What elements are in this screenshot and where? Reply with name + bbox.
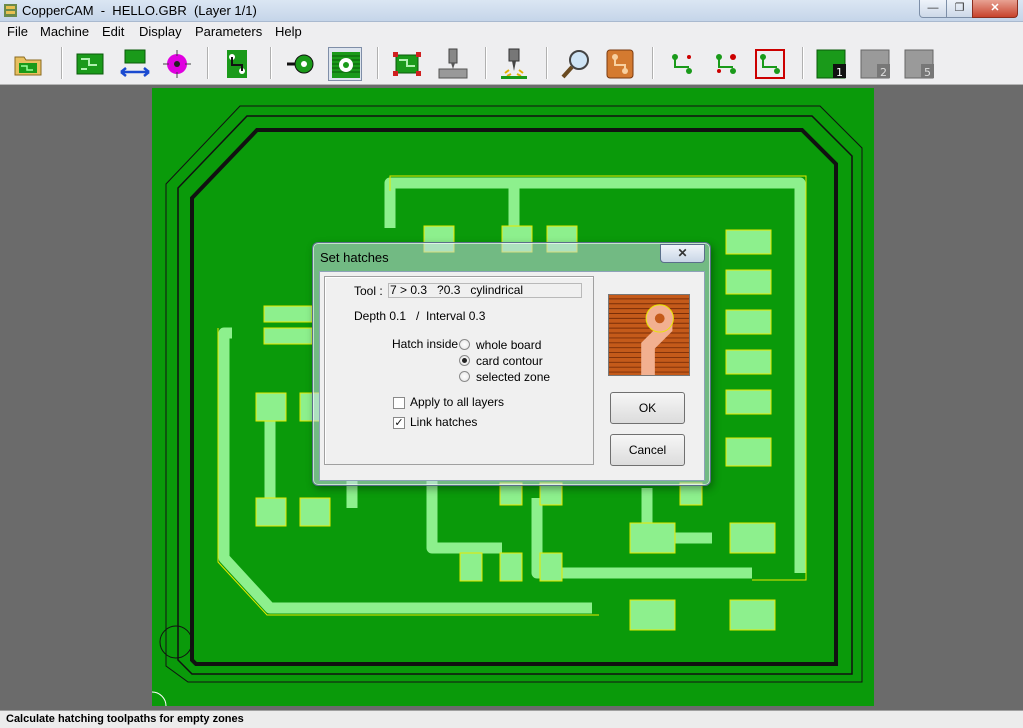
set-hatches-dialog: Set hatches ✕ Tool : 7 > 0.3 ?0.3 cylind… (312, 242, 711, 486)
maximize-button[interactable]: ❐ (946, 0, 973, 18)
net-3-icon[interactable] (753, 47, 787, 81)
toolbar-separator (377, 47, 379, 79)
pcb-view-icon[interactable] (603, 47, 637, 81)
tool-field: 7 > 0.3 ?0.3 cylindrical (388, 283, 582, 298)
tool-label: Tool : (354, 284, 383, 298)
dialog-body: Tool : 7 > 0.3 ?0.3 cylindrical Depth 0.… (319, 271, 705, 481)
net-1-icon[interactable] (665, 47, 699, 81)
menu-parameters[interactable]: Parameters (195, 24, 262, 39)
toolbar-separator (270, 47, 272, 79)
engrave-icon[interactable] (436, 47, 470, 81)
whole-board-label[interactable]: whole board (476, 338, 541, 352)
whole-board-radio[interactable] (459, 339, 470, 350)
zoom-icon[interactable] (559, 47, 593, 81)
card-contour-label[interactable]: card contour (476, 354, 543, 368)
selected-zone-label[interactable]: selected zone (476, 370, 550, 384)
toolbar-separator (61, 47, 63, 79)
trace-icon[interactable] (220, 47, 254, 81)
open-board-icon[interactable] (11, 47, 45, 81)
layer-1-icon[interactable]: 1 (815, 47, 849, 81)
menu-bar: File Machine Edit Display Parameters Hel… (0, 22, 1023, 41)
mirror-board-icon[interactable] (118, 47, 152, 81)
frame-icon[interactable] (390, 47, 424, 81)
cancel-button[interactable]: Cancel (610, 434, 685, 466)
drill-machine-icon[interactable] (497, 47, 531, 81)
window-title: CopperCAM - HELLO.GBR (Layer 1/1) (22, 3, 257, 18)
layer-2-label: 2 (880, 66, 887, 79)
layer-5-label: 5 (924, 66, 931, 79)
status-text: Calculate hatching toolpaths for empty z… (6, 713, 244, 725)
toolbar-separator (546, 47, 548, 79)
link-hatches-label[interactable]: Link hatches (410, 415, 477, 429)
coppercam-app-icon (4, 4, 17, 17)
close-button[interactable]: ✕ (972, 0, 1018, 18)
hatch-settings-panel: Tool : 7 > 0.3 ?0.3 cylindrical Depth 0.… (324, 276, 594, 465)
minimize-button[interactable]: — (919, 0, 947, 18)
selected-zone-radio[interactable] (459, 371, 470, 382)
hatch-preview-image (608, 294, 690, 376)
card-contour-radio[interactable] (459, 355, 470, 366)
menu-edit[interactable]: Edit (102, 24, 124, 39)
status-bar: Calculate hatching toolpaths for empty z… (0, 710, 1023, 728)
menu-machine[interactable]: Machine (40, 24, 89, 39)
apply-all-layers-checkbox[interactable] (393, 397, 405, 409)
layer-2-icon[interactable]: 2 (859, 47, 893, 81)
hatch-inside-label: Hatch inside (392, 337, 459, 351)
pad-contour-icon[interactable] (284, 47, 318, 81)
toolbar-separator (802, 47, 804, 79)
toolbar-separator (207, 47, 209, 79)
title-bar: CopperCAM - HELLO.GBR (Layer 1/1) — ❐ ✕ (0, 0, 1023, 22)
layer-1-label: 1 (836, 66, 843, 79)
toolbar-separator (652, 47, 654, 79)
hatch-icon[interactable] (328, 47, 362, 81)
menu-display[interactable]: Display (139, 24, 182, 39)
net-2-icon[interactable] (709, 47, 743, 81)
layer-5-icon[interactable]: 5 (903, 47, 937, 81)
ok-button[interactable]: OK (610, 392, 685, 424)
depth-interval-text: Depth 0.1 / Interval 0.3 (354, 309, 486, 323)
menu-help[interactable]: Help (275, 24, 302, 39)
dialog-close-button[interactable]: ✕ (660, 244, 705, 263)
dialog-title: Set hatches (320, 250, 389, 265)
board-view-icon[interactable] (73, 47, 107, 81)
menu-file[interactable]: File (7, 24, 28, 39)
link-hatches-checkbox[interactable]: ✓ (393, 417, 405, 429)
apply-all-layers-label[interactable]: Apply to all layers (410, 395, 504, 409)
drill-point-icon[interactable] (160, 47, 194, 81)
toolbar-separator (485, 47, 487, 79)
toolbar: 1 2 5 (0, 41, 1023, 85)
